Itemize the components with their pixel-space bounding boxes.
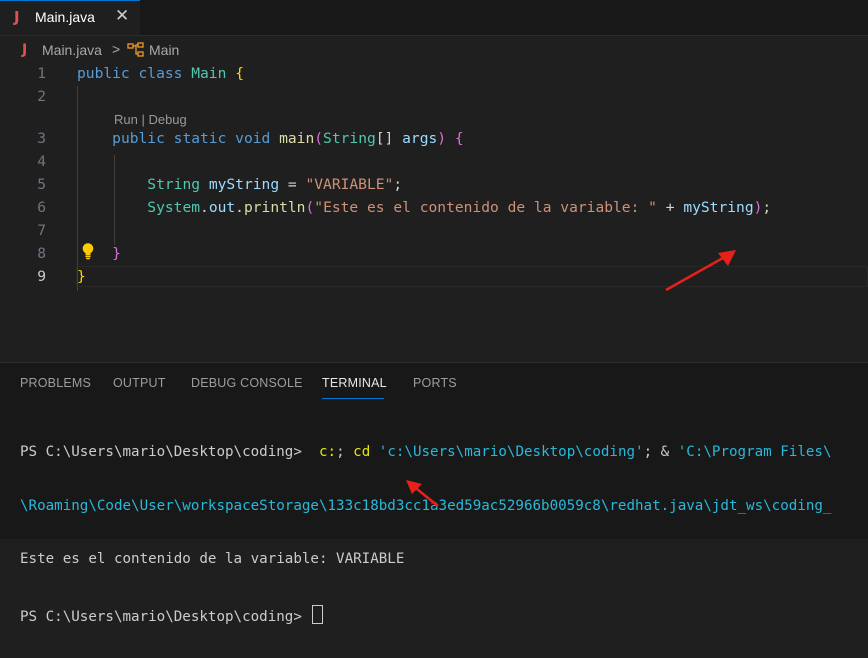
- code-line: 1 public class Main {: [0, 62, 868, 85]
- editor-tab-bar: J Main.java ✕: [0, 0, 868, 36]
- annotation-arrow-icon: [665, 250, 736, 292]
- tab-output[interactable]: OUTPUT: [113, 376, 166, 390]
- tab-ports[interactable]: PORTS: [413, 376, 457, 390]
- lightbulb-icon[interactable]: [81, 242, 95, 265]
- class-symbol-icon: [127, 42, 145, 61]
- line-number: 5: [37, 176, 46, 193]
- breadcrumb-symbol[interactable]: Main: [149, 42, 179, 58]
- tab-debug-console[interactable]: DEBUG CONSOLE: [191, 376, 303, 390]
- annotation-arrow-icon: [406, 480, 439, 507]
- terminal-output[interactable]: PS C:\Users\mario\Desktop\coding> c:; cd…: [20, 412, 832, 658]
- line-number: 9: [37, 268, 46, 285]
- run-debug-codelens[interactable]: Run | Debug: [114, 112, 187, 127]
- line-number: 8: [37, 245, 46, 262]
- java-file-icon: J: [14, 8, 20, 26]
- code-line: 5 String myString = "VARIABLE";: [0, 173, 868, 196]
- code-line: 7: [0, 219, 868, 242]
- tab-problems[interactable]: PROBLEMS: [20, 376, 91, 390]
- current-line-highlight: [76, 266, 868, 287]
- bottom-panel: PROBLEMS OUTPUT DEBUG CONSOLE TERMINAL P…: [0, 362, 868, 625]
- tab-main-java[interactable]: J Main.java ✕: [0, 0, 140, 35]
- terminal-line: PS C:\Users\mario\Desktop\coding>: [20, 604, 832, 627]
- tab-label: Main.java: [35, 9, 95, 25]
- line-number: 7: [37, 222, 46, 239]
- terminal-line: PS C:\Users\mario\Desktop\coding> c:; cd…: [20, 444, 832, 460]
- close-icon[interactable]: ✕: [115, 6, 129, 26]
- breadcrumb-separator: >: [112, 41, 121, 57]
- terminal-cursor: [312, 604, 324, 624]
- line-number: 3: [37, 130, 46, 147]
- line-number: 1: [37, 65, 46, 82]
- line-number: 4: [37, 153, 46, 170]
- code-line: 6 System.out.println("Este es el conteni…: [0, 196, 868, 219]
- terminal-line: Este es el contenido de la variable: VAR…: [20, 551, 405, 567]
- line-number: 6: [37, 199, 46, 216]
- breadcrumb: J Main.java > Main: [0, 38, 868, 62]
- breadcrumb-file[interactable]: Main.java: [42, 42, 102, 58]
- active-tab-indicator: [322, 398, 384, 399]
- code-line: 2: [0, 85, 868, 108]
- code-line: 4: [0, 150, 868, 173]
- code-line: 3 public static void main(String[] args)…: [0, 127, 868, 150]
- tab-terminal[interactable]: TERMINAL: [322, 376, 387, 390]
- line-number: 2: [37, 88, 46, 105]
- codelens-row: Run | Debug: [0, 108, 868, 128]
- java-file-icon: J: [22, 42, 28, 58]
